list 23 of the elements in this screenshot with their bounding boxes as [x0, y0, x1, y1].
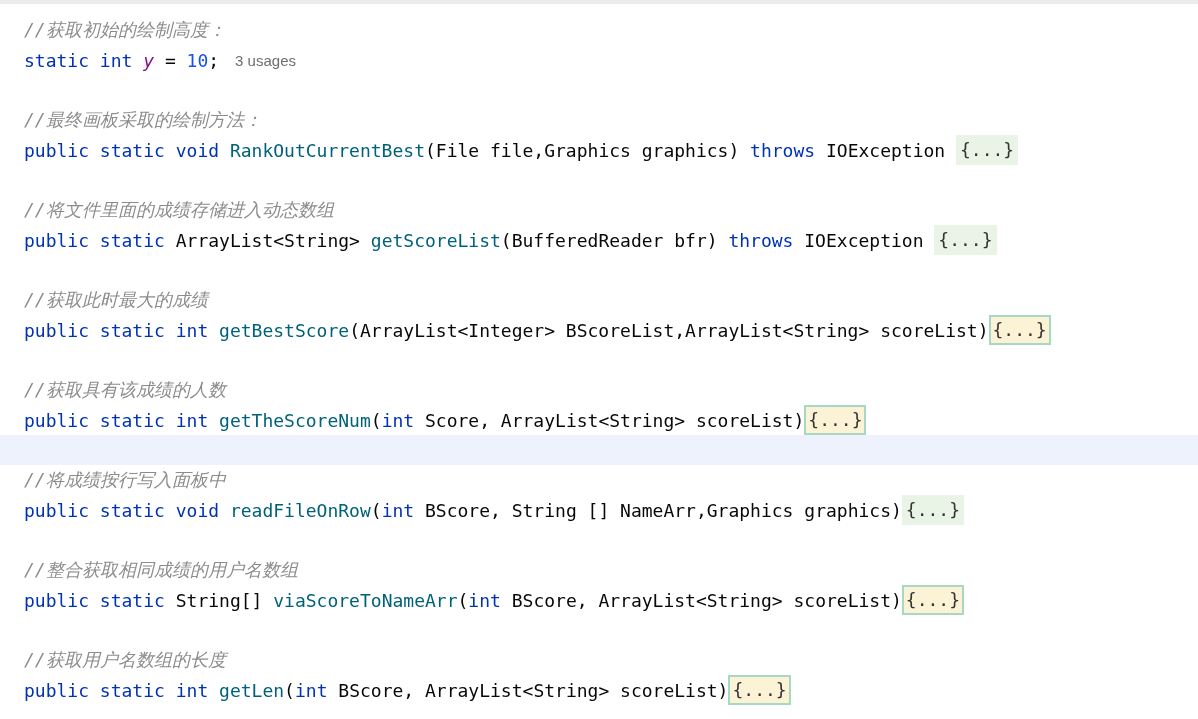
code-comment: //整合获取相同成绩的用户名数组 — [24, 558, 298, 582]
code-line: public static String[] viaScoreToNameArr(int BScore, ArrayList<String> scoreList) — [24, 589, 902, 611]
folded-code-block[interactable]: {...} — [901, 495, 964, 525]
code-line: public static ArrayList<String> getScoreList(BufferedReader bfr) throws IOException — [24, 229, 925, 251]
code-comment: //将文件里面的成绩存储进入动态数组 — [24, 198, 334, 222]
code-line: public static void readFileOnRow(int BScore, String [] NameArr,Graphics graphics) — [24, 499, 902, 521]
folded-code-block[interactable]: {...} — [901, 585, 965, 615]
folded-code-block[interactable]: {...} — [934, 225, 997, 255]
folded-code-block[interactable]: {...} — [804, 405, 867, 435]
code-comment: //获取具有该成绩的人数 — [24, 378, 226, 402]
code-comment: //获取初始的绘制高度： — [24, 18, 226, 42]
code-line: public static int getLen(int BScore, ArrayList<String> scoreList) — [24, 679, 729, 701]
code-comment: //将成绩按行写入面板中 — [24, 468, 226, 492]
code-line: public static int getTheScoreNum(int Score, ArrayList<String> scoreList) — [24, 409, 805, 431]
code-line: static int y = 10; — [24, 49, 220, 71]
code-comment: //最终画板采取的绘制方法： — [24, 108, 262, 132]
folded-code-block[interactable]: {...} — [728, 675, 791, 705]
folded-code-block[interactable]: {...} — [988, 315, 1051, 345]
usages-hint[interactable]: 3 usages — [235, 51, 296, 69]
code-comment: //获取此时最大的成绩 — [24, 288, 208, 312]
folded-code-block[interactable]: {...} — [956, 135, 1019, 165]
code-line: public static int getBestScore(ArrayList<Integer> BScoreList,ArrayList<String> scoreList) — [24, 319, 989, 341]
code-line: public static void RankOutCurrentBest(File file,Graphics graphics) throws IOException — [24, 139, 947, 161]
